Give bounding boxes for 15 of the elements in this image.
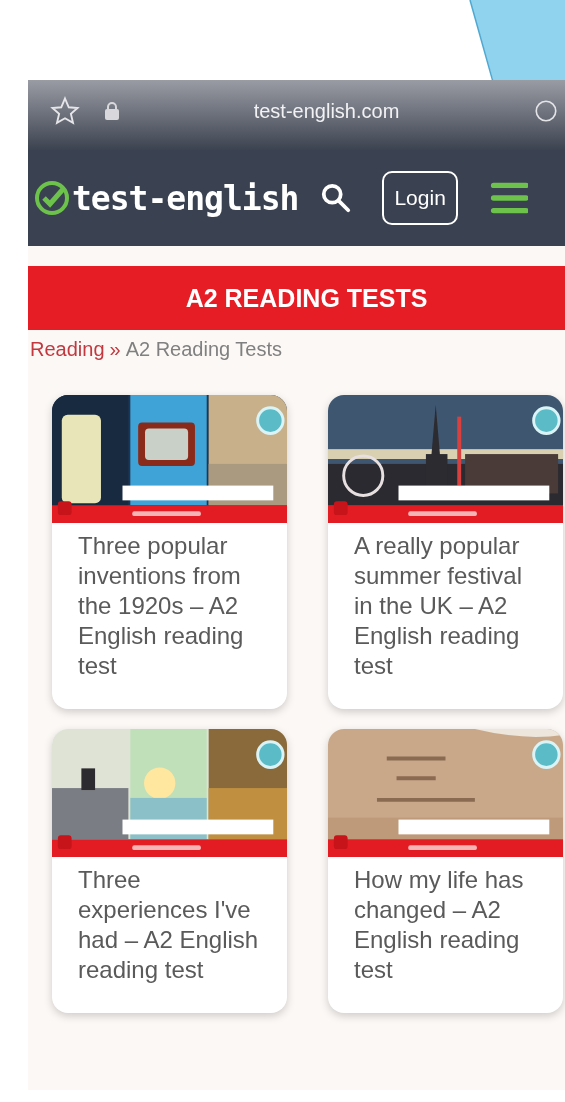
login-button[interactable]: Login [382, 171, 458, 225]
breadcrumb-link[interactable]: Reading [30, 338, 105, 360]
breadcrumb-separator: » [109, 338, 121, 360]
breadcrumb-current: A2 Reading Tests [125, 338, 283, 360]
article-card[interactable]: A really popular summer festival in the UK – A2 English reading test [328, 395, 563, 709]
page-title: A2 READING TESTS [185, 283, 428, 313]
article-card[interactable]: Three popular inventions from the 1920s – A2 English reading test [52, 395, 287, 709]
url-text[interactable]: test-english.com [253, 99, 400, 123]
article-title[interactable]: How my life has changed – A2 English reading test [328, 857, 563, 985]
site-logo[interactable]: test-english [72, 178, 299, 218]
article-card[interactable]: How my life has changed – A2 English reading test [328, 729, 563, 1013]
article-title[interactable]: A really popular summer festival in the UK – A2 English reading test [328, 523, 563, 681]
article-card[interactable]: Three experiences I've had – A2 English reading test [52, 729, 287, 1013]
article-title[interactable]: Three experiences I've had – A2 English reading test [52, 857, 287, 985]
article-title[interactable]: Three popular inventions from the 1920s – A2 English reading test [52, 523, 287, 681]
